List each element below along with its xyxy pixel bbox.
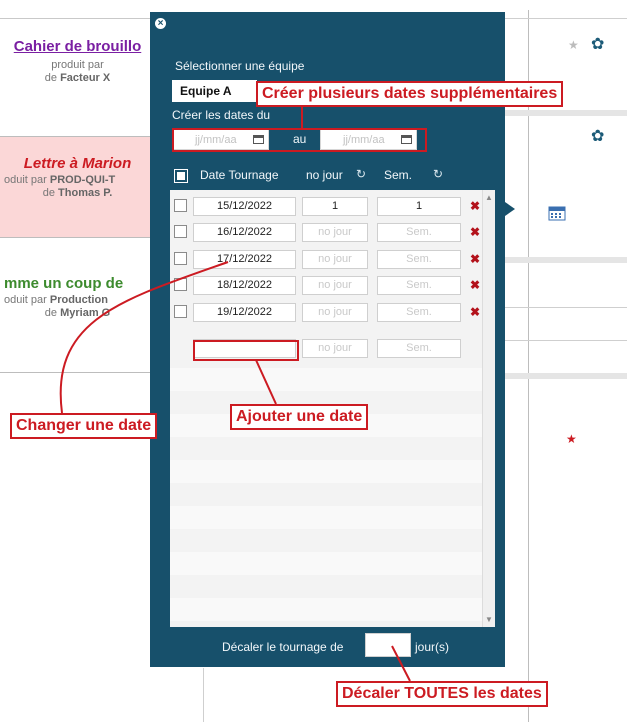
week-field[interactable]: Sem. <box>377 276 461 295</box>
annotation-create-more: Créer plusieurs dates supplémentaires <box>256 81 564 107</box>
divider <box>498 307 627 308</box>
divider <box>498 373 627 379</box>
divider <box>498 340 627 341</box>
row-checkbox[interactable] <box>174 252 187 265</box>
select-team-label: Sélectionner une équipe <box>175 59 305 73</box>
scroll-down-icon[interactable]: ▼ <box>485 615 493 624</box>
week-field[interactable]: Sem. <box>377 303 461 322</box>
date-row: 15/12/2022 1 1 ✖ <box>170 197 482 220</box>
star-icon[interactable]: ★ <box>568 38 579 52</box>
day-column-header: no jour <box>306 168 343 182</box>
day-field[interactable]: 1 <box>302 197 368 216</box>
day-field[interactable]: no jour <box>302 250 368 269</box>
project-director-1: de Facteur X <box>44 72 111 84</box>
right-panel <box>528 10 627 722</box>
annotation-change-date: Changer une date <box>10 413 158 439</box>
divider <box>0 372 155 373</box>
new-day-field[interactable]: no jour <box>302 339 368 358</box>
project-director-3: de Myriam G <box>44 307 111 319</box>
date-row: 19/12/2022 no jour Sem. ✖ <box>170 303 482 326</box>
project-card-2[interactable]: Lettre à Marion oduit par PROD-QUI-T de … <box>0 137 155 237</box>
day-field[interactable]: no jour <box>302 223 368 242</box>
list-stripe <box>170 506 482 529</box>
list-scrollbar[interactable]: ▲ ▼ <box>482 190 495 627</box>
list-stripe <box>170 552 482 575</box>
gear-icon[interactable]: ✿ <box>591 126 604 146</box>
delete-icon[interactable]: ✖ <box>470 199 480 213</box>
date-row: 17/12/2022 no jour Sem. ✖ <box>170 250 482 273</box>
list-stripe <box>170 460 482 483</box>
date-field[interactable]: 19/12/2022 <box>193 303 296 322</box>
date-range-highlight <box>172 128 427 152</box>
day-field[interactable]: no jour <box>302 303 368 322</box>
create-dates-label: Créer les dates du <box>172 108 271 122</box>
screen: Cahier de brouillo produit par de Facteu… <box>0 0 627 722</box>
row-checkbox[interactable] <box>174 305 187 318</box>
row-checkbox[interactable] <box>174 225 187 238</box>
shift-unit-label: jour(s) <box>415 640 450 654</box>
date-field[interactable]: 17/12/2022 <box>193 250 296 269</box>
project-list <box>0 18 155 722</box>
scroll-up-icon[interactable]: ▲ <box>485 193 493 202</box>
divider <box>498 18 627 19</box>
list-stripe <box>170 368 482 391</box>
select-all-checkbox[interactable] <box>174 169 188 183</box>
refresh-days-icon[interactable]: ↻ <box>356 167 366 181</box>
calendar-icon[interactable] <box>548 205 566 221</box>
new-week-field[interactable]: Sem. <box>377 339 461 358</box>
delete-icon[interactable]: ✖ <box>470 305 480 319</box>
date-column-header: Date Tournage <box>200 168 279 182</box>
date-row: 18/12/2022 no jour Sem. ✖ <box>170 276 482 299</box>
delete-icon[interactable]: ✖ <box>470 225 480 239</box>
gear-icon[interactable]: ✿ <box>591 34 604 54</box>
week-column-header: Sem. <box>384 168 413 182</box>
project-producer-label-1: produit par <box>51 59 104 71</box>
shift-label: Décaler le tournage de <box>222 640 344 654</box>
day-field[interactable]: no jour <box>302 276 368 295</box>
divider <box>498 257 627 263</box>
week-field[interactable]: Sem. <box>377 223 461 242</box>
star-icon[interactable]: ★ <box>566 432 577 446</box>
date-field[interactable]: 15/12/2022 <box>193 197 296 216</box>
shift-days-input[interactable] <box>365 633 411 657</box>
new-date-highlight <box>193 340 299 361</box>
date-field[interactable]: 16/12/2022 <box>193 223 296 242</box>
refresh-weeks-icon[interactable]: ↻ <box>433 167 443 181</box>
project-card-1[interactable]: Cahier de brouillo produit par de Facteu… <box>0 38 155 85</box>
row-checkbox[interactable] <box>174 278 187 291</box>
project-card-3[interactable]: mme un coup de oduit par Production de M… <box>0 275 155 320</box>
project-title-1[interactable]: Cahier de brouillo <box>0 38 155 55</box>
project-title-2[interactable]: Lettre à Marion <box>0 155 155 172</box>
project-producer-3: oduit par Production <box>4 294 108 306</box>
team-select[interactable]: Equipe A <box>172 80 257 102</box>
delete-icon[interactable]: ✖ <box>470 278 480 292</box>
project-title-3[interactable]: mme un coup de <box>0 275 155 292</box>
divider <box>0 237 155 238</box>
date-field[interactable]: 18/12/2022 <box>193 276 296 295</box>
project-director-2: de Thomas P. <box>42 187 113 199</box>
divider <box>498 110 627 116</box>
project-producer-2: oduit par PROD-QUI-T <box>4 174 116 186</box>
divider <box>203 668 204 722</box>
date-row: 16/12/2022 no jour Sem. ✖ <box>170 223 482 246</box>
week-field[interactable]: Sem. <box>377 250 461 269</box>
row-checkbox[interactable] <box>174 199 187 212</box>
delete-icon[interactable]: ✖ <box>470 252 480 266</box>
list-stripe <box>170 598 482 621</box>
close-icon[interactable]: × <box>155 18 166 29</box>
play-arrow-icon <box>505 202 515 216</box>
annotation-shift-all: Décaler TOUTES les dates <box>336 681 548 707</box>
week-field[interactable]: 1 <box>377 197 461 216</box>
annotation-add-date: Ajouter une date <box>230 404 369 430</box>
